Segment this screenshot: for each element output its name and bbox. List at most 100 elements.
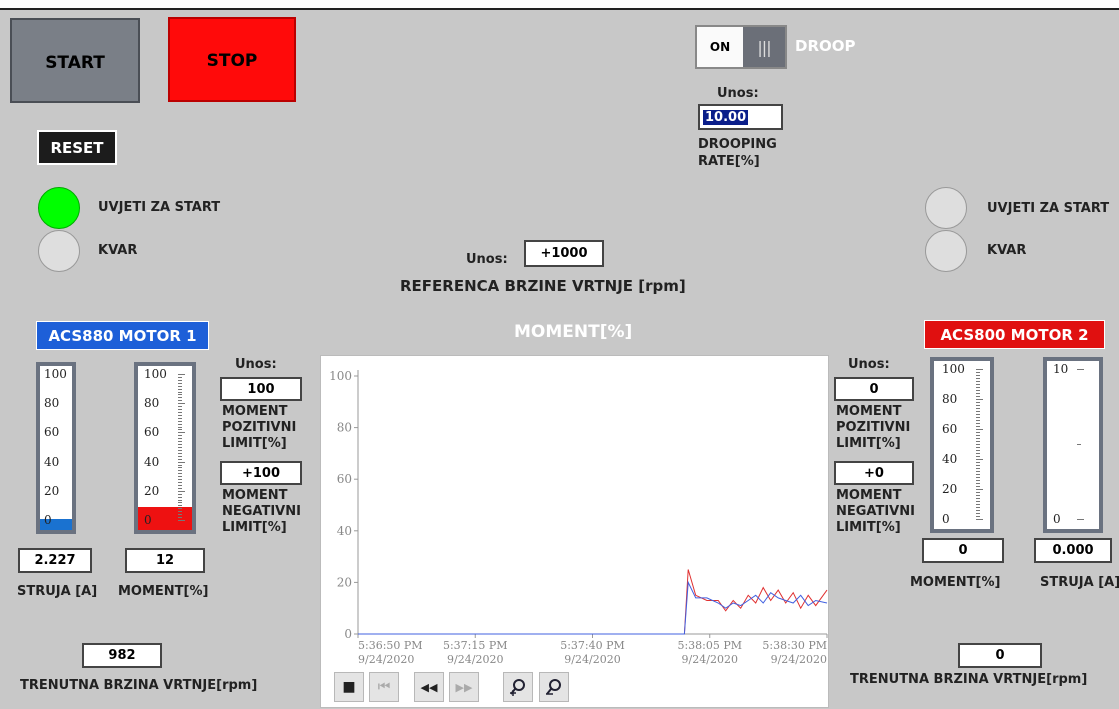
scale-tick (976, 384, 980, 385)
droop-toggle[interactable]: ON ||| (695, 25, 787, 69)
motor2-pos-limit-input[interactable]: 0 (834, 377, 914, 401)
scale-tick (976, 447, 980, 448)
trend-back-button[interactable]: ◀◀ (414, 672, 444, 702)
scale-tick (178, 409, 182, 411)
scale-tick (976, 408, 980, 409)
scale-tick (1077, 519, 1084, 520)
scale-tick (976, 444, 980, 445)
scale-tick (976, 498, 980, 499)
scale-tick (178, 411, 182, 413)
scale-tick (178, 420, 182, 422)
scale-tick (178, 499, 182, 501)
scale-tick (178, 429, 182, 431)
trend-stop-button[interactable]: ■ (334, 672, 364, 702)
x-tick-time: 5:37:40 PM (560, 639, 625, 652)
scale-tick (976, 375, 980, 376)
start-button[interactable]: START (10, 18, 140, 103)
y-tick-label: 40 (337, 524, 352, 538)
scale-label: 60 (942, 422, 958, 436)
scale-label: 60 (144, 425, 160, 440)
scale-tick (178, 388, 182, 390)
trend-first-button[interactable]: ⏮ (369, 672, 399, 702)
fast-forward-icon: ▶▶ (455, 680, 473, 694)
scale-tick (178, 511, 182, 513)
motor1-pos-limit-label-1: MOMENT (222, 404, 288, 419)
scale-tick (178, 455, 182, 457)
motor1-pos-limit-input[interactable]: 100 (220, 377, 302, 401)
scale-tick (178, 502, 182, 504)
motor1-pos-limit-label-2: POZITIVNI (222, 420, 297, 435)
speed-reference-label: REFERENCA BRZINE VRTNJE [rpm] (400, 277, 686, 295)
rewind-icon: ◀◀ (420, 680, 438, 694)
reset-button[interactable]: RESET (37, 130, 117, 165)
scale-tick (976, 474, 980, 475)
scale-tick (178, 464, 182, 466)
scale-tick (178, 473, 182, 475)
moment-trend-view[interactable]: 0 20 40 60 80 100 5:36:50 PM 9/24/2020 5:37:15 P… (320, 355, 829, 708)
motor2-pos-limit-label-1: MOMENT (836, 404, 902, 419)
scale-label: 100 (144, 367, 167, 381)
trend-zoom-out-button[interactable] (539, 672, 569, 702)
scale-tick (178, 496, 182, 498)
top-border (0, 0, 1119, 10)
scale-tick (976, 393, 980, 394)
scale-tick (178, 520, 185, 521)
scale-tick (976, 417, 980, 418)
scale-tick (178, 517, 182, 519)
y-tick-label: 60 (337, 472, 352, 486)
scale-tick (178, 382, 182, 384)
speed-reference-input[interactable]: +1000 (524, 240, 604, 267)
scale-tick (976, 441, 980, 442)
scale-tick (976, 378, 980, 379)
drooping-rate-value: 10.00 (703, 109, 749, 125)
motor2-moment-value: 0 (922, 538, 1004, 563)
scale-tick (178, 452, 182, 454)
scale-tick (976, 513, 980, 514)
scale-tick (1077, 444, 1081, 445)
motor1-pos-limit-label-3: LIMIT[%] (222, 436, 287, 451)
motor2-speed-label: TRENUTNA BRZINA VRTNJE[rpm] (850, 672, 1088, 687)
scale-tick (976, 510, 980, 511)
scale-tick (178, 379, 182, 381)
scale-tick (178, 391, 182, 393)
x-tick-time: 5:37:15 PM (443, 639, 508, 652)
drooping-rate-input[interactable]: 10.00 (698, 104, 783, 130)
motor1-current-gauge: 100 80 60 40 20 0 (36, 362, 76, 534)
motor2-current-label: STRUJA [A] (1040, 575, 1119, 590)
y-tick-label: 20 (337, 575, 352, 589)
motor1-current-label: STRUJA [A] (17, 584, 98, 599)
droop-input-caption: Unos: (717, 86, 759, 101)
motor2-neg-limit-label: MOMENT NEGATIVNI LIMIT[%] (836, 488, 915, 536)
scale-tick (178, 508, 182, 510)
scale-tick (178, 397, 182, 399)
scale-tick (178, 403, 185, 405)
scale-tick (976, 423, 980, 424)
drooping-rate-label-2: RATE[%] (698, 154, 760, 169)
trend-zoom-in-button[interactable] (503, 672, 533, 702)
scale-label: 60 (44, 425, 60, 440)
scale-tick (976, 465, 980, 466)
chart-title: MOMENT[%] (514, 322, 633, 342)
trend-forward-button[interactable]: ▶▶ (449, 672, 479, 702)
motor2-neg-limit-input[interactable]: +0 (834, 461, 914, 485)
motor2-limit-caption: Unos: (848, 357, 890, 372)
scale-tick (178, 426, 182, 428)
scale-tick (976, 399, 983, 400)
motor1-neg-limit-input[interactable]: +100 (220, 461, 302, 485)
x-tick-date: 9/24/2020 (771, 653, 827, 666)
scale-tick (976, 501, 980, 502)
motor1-limit-caption: Unos: (235, 357, 277, 372)
motor1-title: ACS880 MOTOR 1 (36, 321, 209, 350)
scale-tick (976, 456, 980, 457)
scale-tick (976, 486, 980, 487)
scale-label: 20 (44, 483, 60, 498)
y-tick-label: 0 (344, 627, 352, 641)
scale-label: 10 (1053, 362, 1069, 376)
motor2-neg-limit-label-2: NEGATIVNI (836, 504, 915, 519)
stop-button[interactable]: STOP (168, 17, 296, 102)
scale-tick (178, 458, 182, 460)
drooping-rate-label-1: DROOPING (698, 137, 777, 152)
scale-tick (976, 429, 983, 430)
scale-tick (976, 489, 983, 490)
x-tick-date: 9/24/2020 (682, 653, 738, 666)
